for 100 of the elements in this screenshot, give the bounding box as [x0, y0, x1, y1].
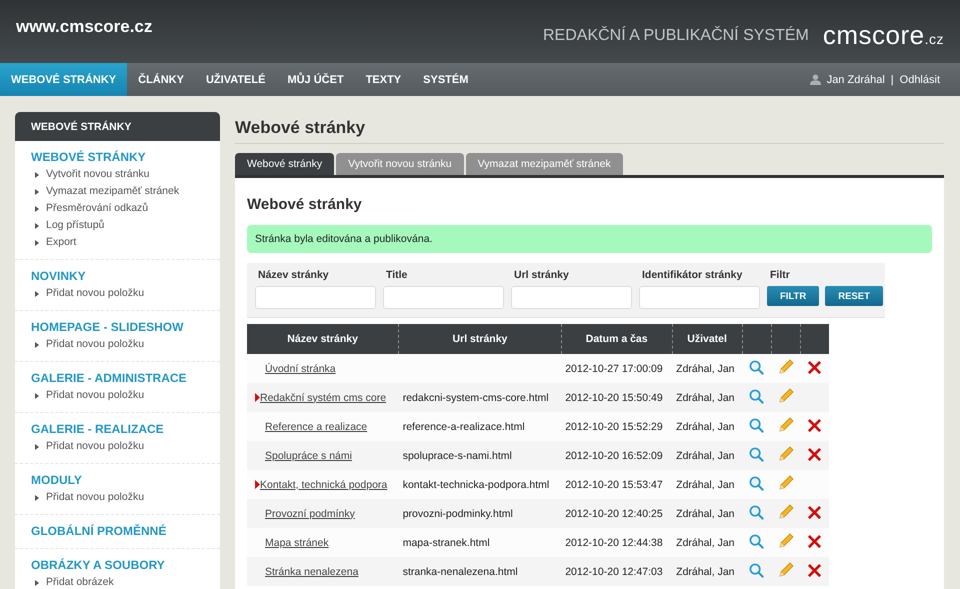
url-cell: kontakt-technicka-podpora.html: [398, 470, 562, 499]
bullet-icon: [35, 172, 39, 178]
bullet-icon: [35, 222, 39, 228]
delete-icon[interactable]: [807, 504, 822, 520]
pencil-icon[interactable]: [778, 388, 794, 404]
sidebar-item[interactable]: Export: [31, 234, 204, 251]
date-cell: 2012-10-20 15:53:47: [561, 470, 672, 499]
user-cell: Zdráhal, Jan: [672, 412, 742, 441]
bullet-icon: [35, 494, 39, 500]
page-title: Webové stránky: [235, 112, 944, 144]
search-icon[interactable]: [749, 562, 764, 578]
bullet-icon: [35, 580, 39, 586]
page-link[interactable]: Kontakt, technická podpora: [250, 478, 388, 490]
user-cell: Zdráhal, Jan: [672, 354, 742, 383]
expand-arrow-icon[interactable]: [255, 393, 260, 402]
sidebar-item[interactable]: Vymazat mezipaměť stránek: [31, 183, 204, 200]
date-cell: 2012-10-20 12:47:03: [561, 557, 672, 586]
pencil-icon[interactable]: [778, 562, 794, 578]
delete-icon[interactable]: [807, 360, 822, 374]
search-icon[interactable]: [749, 360, 764, 374]
search-icon[interactable]: [749, 504, 764, 520]
date-cell: 2012-10-20 12:44:38: [561, 528, 672, 557]
filter-label: Url stránky: [513, 269, 570, 281]
search-icon[interactable]: [749, 388, 764, 404]
pencil-icon[interactable]: [778, 504, 794, 520]
column-header: Datum a čas: [561, 324, 672, 354]
filter-input[interactable]: [639, 286, 760, 309]
page-link[interactable]: Redakční systém cms core: [250, 392, 386, 404]
logout-link[interactable]: Odhlásit: [900, 74, 940, 86]
page-link[interactable]: Spolupráce s námi: [255, 450, 352, 462]
filter-label: Filtr: [769, 269, 791, 281]
date-cell: 2012-10-20 16:52:09: [561, 441, 672, 470]
filter-input[interactable]: [383, 286, 504, 309]
url-cell: spoluprace-s-nami.html: [398, 441, 562, 470]
url-cell: mapa-stranek.html: [398, 528, 562, 557]
pencil-icon[interactable]: [778, 533, 794, 549]
success-message: Stránka byla editována a publikována.: [247, 225, 932, 253]
search-icon[interactable]: [749, 446, 764, 462]
user-name-link[interactable]: Jan Zdráhal: [826, 74, 885, 86]
tab[interactable]: Webové stránky: [235, 153, 334, 175]
sidebar-item[interactable]: Vytvořit novou stránku: [31, 166, 204, 183]
filter-label: Identifikátor stránky: [641, 269, 744, 281]
bullet-icon: [35, 240, 39, 246]
pencil-icon[interactable]: [778, 417, 794, 433]
nav-item[interactable]: SYSTÉM: [412, 63, 480, 96]
column-header: Url stránky: [398, 324, 562, 354]
pencil-icon[interactable]: [778, 359, 794, 375]
page-link[interactable]: Stránka nenalezena: [255, 566, 358, 578]
filter-label: Title: [385, 269, 408, 281]
sidebar-item[interactable]: Log přístupů: [31, 217, 204, 234]
sidebar-item[interactable]: Přidat novou položku: [31, 285, 204, 302]
user-cell: Zdráhal, Jan: [672, 470, 742, 499]
delete-icon[interactable]: [807, 446, 822, 462]
delete-icon[interactable]: [807, 534, 822, 548]
pencil-icon[interactable]: [778, 446, 794, 462]
nav-item[interactable]: ČLÁNKY: [127, 63, 195, 96]
url-cell: provozni-podminky.html: [398, 499, 562, 528]
site-address: www.cmscore.cz: [16, 16, 152, 36]
filter-input[interactable]: [511, 286, 632, 309]
user-cell: Zdráhal, Jan: [672, 383, 742, 412]
sidebar-item[interactable]: Přesměrování odkazů: [31, 200, 204, 217]
bullet-icon: [35, 342, 39, 348]
search-icon[interactable]: [749, 534, 764, 548]
column-header: Uživatel: [672, 324, 742, 354]
search-icon[interactable]: [749, 476, 764, 490]
page-link[interactable]: Reference a realizace: [255, 420, 368, 432]
nav-item[interactable]: TEXTY: [354, 63, 412, 96]
sidebar-item[interactable]: Přidat novou položku: [31, 438, 204, 455]
bullet-icon: [35, 206, 39, 212]
tagline: REDAKČNÍ A PUBLIKAČNÍ SYSTÉM: [543, 26, 809, 44]
user-cell: Zdráhal, Jan: [672, 441, 742, 470]
section-heading: Webové stránky: [247, 196, 363, 213]
filter-button[interactable]: RESET: [825, 286, 883, 306]
bullet-icon: [35, 392, 39, 398]
bullet-icon: [35, 290, 39, 296]
filter-button[interactable]: FILTR: [767, 286, 820, 306]
date-cell: 2012-10-20 15:52:29: [561, 412, 672, 441]
filter-input[interactable]: [255, 286, 376, 309]
bullet-icon: [35, 188, 39, 194]
bullet-icon: [35, 444, 39, 450]
page-link[interactable]: Úvodní stránka: [255, 362, 336, 374]
sidebar-item[interactable]: Přidat novou položku: [31, 387, 204, 404]
url-cell: reference-a-realizace.html: [398, 412, 562, 441]
pencil-icon[interactable]: [778, 475, 794, 491]
column-header: Název stránky: [247, 324, 399, 354]
sidebar-item[interactable]: Přidat obrázek: [31, 574, 204, 589]
expand-arrow-icon[interactable]: [255, 480, 260, 489]
page-link[interactable]: Mapa stránek: [255, 536, 329, 548]
sidebar-item[interactable]: Přidat novou položku: [31, 489, 204, 506]
date-cell: 2012-10-20 15:50:49: [561, 383, 672, 412]
nav-item[interactable]: UŽIVATELÉ: [194, 63, 276, 96]
sidebar-item[interactable]: Přidat novou položku: [31, 336, 204, 353]
user-cell: Zdráhal, Jan: [672, 499, 742, 528]
nav-item[interactable]: MŮJ ÚČET: [276, 63, 355, 96]
page-link[interactable]: Provozní podmínky: [255, 508, 355, 520]
search-icon[interactable]: [749, 418, 764, 432]
user-cell: Zdráhal, Jan: [672, 557, 742, 586]
delete-icon[interactable]: [807, 418, 822, 432]
user-cell: Zdráhal, Jan: [672, 528, 742, 557]
delete-icon[interactable]: [807, 562, 822, 578]
